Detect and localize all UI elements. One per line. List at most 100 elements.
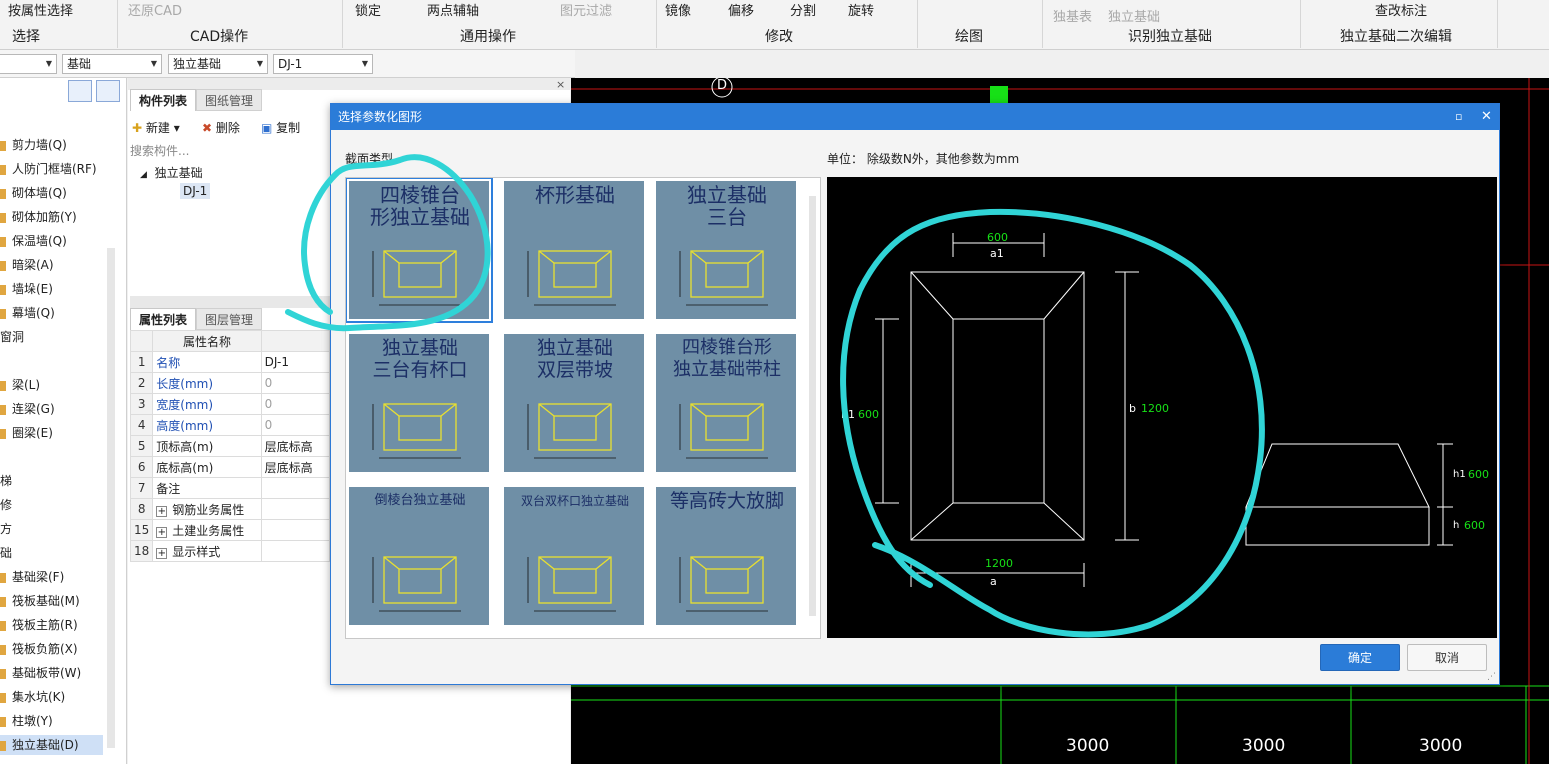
nav-item[interactable]: 集水坑(K) [0,687,65,707]
grid-view-icon[interactable] [96,80,120,102]
close-panel-icon[interactable]: × [556,78,565,91]
property-value[interactable] [260,519,331,541]
nav-item[interactable]: 墙垛(E) [0,279,53,299]
shape-thumb[interactable]: 倒棱台独立基础 [348,486,490,626]
property-row[interactable]: 7 备注 [129,477,331,499]
property-value[interactable]: 0 [260,414,331,436]
new-button[interactable]: ✚ 新建 ▾ [132,119,180,136]
modify-annotation-button[interactable]: 查改标注 [1375,0,1427,19]
expand-icon[interactable]: + [156,505,168,517]
property-row[interactable]: 15 + 土建业务属性 [129,519,331,541]
tab-property-list[interactable]: 属性列表 [130,308,197,330]
component-combo[interactable]: DJ-1 ▼ [273,54,373,74]
property-row[interactable]: 3 宽度(mm) 0 [129,393,331,415]
split-button[interactable]: 分割 [790,0,816,19]
grid-scrollbar[interactable] [809,196,816,616]
group-identify-base[interactable]: 识别独立基础 [1128,26,1212,46]
group-select[interactable]: 选择 [12,26,40,46]
shape-thumb[interactable]: 双台双杯口独立基础 [503,486,645,626]
tab-drawing-management[interactable]: 图纸管理 [196,89,263,111]
list-view-icon[interactable] [68,80,92,102]
shape-thumb[interactable]: 四棱锥台 形独立基础 [346,178,493,323]
group-common-ops[interactable]: 通用操作 [460,26,516,46]
nav-item[interactable]: 剪力墙(Q) [0,135,67,155]
property-row[interactable]: 6 底标高(m) 层底标高 [129,456,331,478]
nav-category[interactable]: 方 [0,519,12,539]
tab-layer-management[interactable]: 图层管理 [196,308,263,330]
nav-item-selected[interactable]: 独立基础(D) [0,735,103,755]
nav-category[interactable]: 修 [0,495,12,515]
nav-item[interactable]: 基础梁(F) [0,567,64,587]
property-row[interactable]: 2 长度(mm) 0 [129,372,331,394]
restore-cad-button[interactable]: 还原CAD [128,0,182,19]
property-value[interactable]: 层底标高 [260,456,331,478]
nav-category[interactable]: 础 [0,543,12,563]
floor-combo[interactable]: ▼ [0,54,57,74]
property-value[interactable] [260,477,331,499]
shape-thumb[interactable]: 独立基础 三台 [655,180,797,320]
group-modify[interactable]: 修改 [765,26,793,46]
nav-category[interactable]: 窗洞 [0,327,24,347]
nav-item[interactable]: 筏板基础(M) [0,591,80,611]
lock-button[interactable]: 锁定 [355,0,381,19]
expand-icon[interactable]: + [156,526,168,538]
group-cad-ops[interactable]: CAD操作 [190,26,248,46]
collapse-icon[interactable]: ◢ [140,170,147,180]
two-point-axis-button[interactable]: 两点辅轴 [427,0,479,19]
delete-button[interactable]: ✖ 删除 [202,119,240,136]
shape-thumb[interactable]: 独立基础 双层带坡 [503,333,645,473]
nav-scrollbar[interactable] [107,248,115,748]
resize-grip-icon[interactable]: ⋰ [1487,672,1496,682]
shape-thumb[interactable]: 四棱锥台形 独立基础带柱 [655,333,797,473]
group-draw[interactable]: 绘图 [955,26,983,46]
property-value[interactable]: DJ-1 [260,351,331,373]
shape-thumb[interactable]: 等高砖大放脚 [655,486,797,626]
select-by-attribute-button[interactable]: 按属性选择 [8,0,73,19]
property-row[interactable]: 5 顶标高(m) 层底标高 [129,435,331,457]
nav-item[interactable]: 筏板主筋(R) [0,615,78,635]
maximize-icon[interactable]: ▫ [1455,104,1462,130]
tree-node-dj1[interactable]: DJ-1 [180,183,211,199]
type-combo[interactable]: 独立基础 ▼ [168,54,268,74]
property-value[interactable] [260,540,331,562]
element-filter-button[interactable]: 图元过滤 [560,0,612,19]
nav-item[interactable]: 圈梁(E) [0,423,53,443]
rotate-button[interactable]: 旋转 [848,0,874,19]
nav-item[interactable]: 砌体加筋(Y) [0,207,77,227]
property-row[interactable]: 1 名称 DJ-1 [129,351,331,373]
property-row[interactable]: 18 + 显示样式 [129,540,331,562]
independent-base-button[interactable]: 独立基础 [1108,6,1160,25]
nav-item[interactable]: 梁(L) [0,375,40,395]
tree-node-parent[interactable]: ◢ 独立基础 [140,164,203,181]
property-value[interactable]: 层底标高 [260,435,331,457]
nav-category[interactable]: 梯 [0,471,12,491]
mirror-button[interactable]: 镜像 [665,0,691,19]
copy-button[interactable]: ▣ 复制 [261,119,300,136]
group-secondary-edit[interactable]: 独立基础二次编辑 [1340,26,1452,46]
shape-thumb[interactable]: 独立基础 三台有杯口 [348,333,490,473]
property-value[interactable]: 0 [260,372,331,394]
property-row[interactable]: 4 高度(mm) 0 [129,414,331,436]
nav-item[interactable]: 砌体墙(Q) [0,183,67,203]
property-value[interactable] [260,498,331,520]
dialog-titlebar[interactable]: 选择参数化图形 [331,104,1499,130]
nav-item[interactable]: 筏板负筋(X) [0,639,78,659]
independent-base-table-button[interactable]: 独基表 [1053,6,1092,25]
property-row[interactable]: 8 + 钢筋业务属性 [129,498,331,520]
nav-item[interactable]: 暗梁(A) [0,255,54,275]
property-value[interactable]: 0 [260,393,331,415]
component-search-input[interactable]: 搜索构件... [130,142,330,160]
nav-item[interactable]: 人防门框墙(RF) [0,159,97,179]
nav-item[interactable]: 连梁(G) [0,399,55,419]
nav-item[interactable]: 柱墩(Y) [0,711,53,731]
cancel-button[interactable]: 取消 [1407,644,1487,671]
nav-item[interactable]: 幕墙(Q) [0,303,55,323]
category-combo[interactable]: 基础 ▼ [62,54,162,74]
close-icon[interactable]: ✕ [1481,104,1492,130]
offset-button[interactable]: 偏移 [728,0,754,19]
nav-item[interactable]: 基础板带(W) [0,663,81,683]
shape-thumb[interactable]: 杯形基础 [503,180,645,320]
tab-component-list[interactable]: 构件列表 [130,89,197,111]
ok-button[interactable]: 确定 [1320,644,1400,671]
expand-icon[interactable]: + [156,547,168,559]
